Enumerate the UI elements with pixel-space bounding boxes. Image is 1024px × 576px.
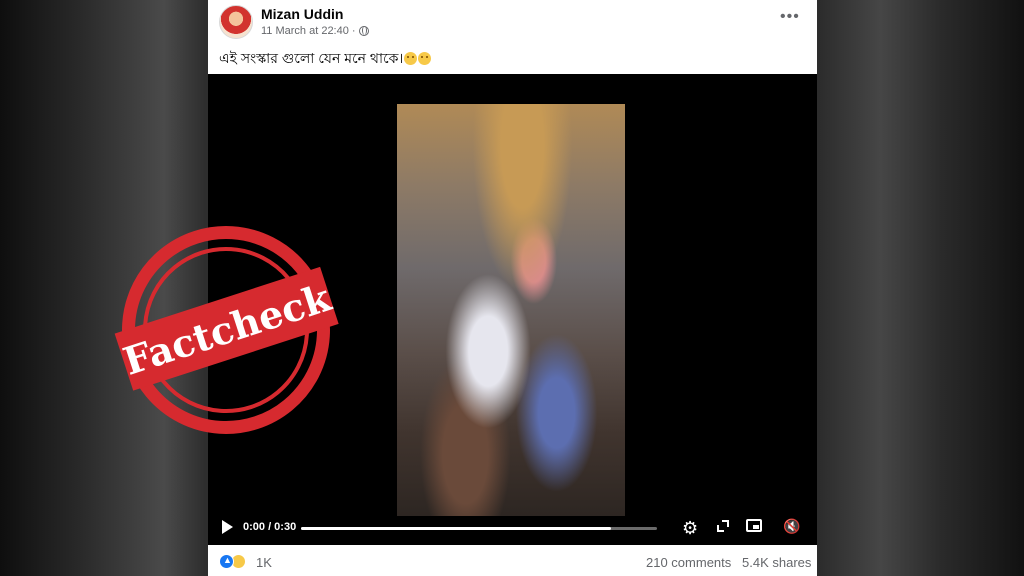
more-options-icon[interactable]: ••• <box>780 8 800 26</box>
like-reaction-icon[interactable] <box>219 554 234 569</box>
video-frame[interactable] <box>397 104 625 516</box>
flushed-face-icon <box>418 52 432 65</box>
video-time: 0:00 / 0:30 <box>243 521 297 533</box>
post-meta: 11 March at 22:40 · <box>261 25 369 37</box>
post-caption: এই সংস্কার গুলো যেন মনে থাকে। <box>219 47 432 71</box>
comments-count[interactable]: 210 comments <box>646 555 731 570</box>
expand-icon[interactable] <box>717 520 729 532</box>
gear-icon[interactable]: ⚙ <box>682 518 698 538</box>
meta-separator: · <box>351 25 356 37</box>
globe-icon <box>358 26 369 36</box>
shares-count[interactable]: 5.4K shares <box>742 555 811 570</box>
post-header: Mizan Uddin 11 March at 22:40 · ••• এই স… <box>208 0 817 72</box>
post-timestamp[interactable]: 11 March at 22:40 <box>261 25 349 37</box>
caption-text: এই সংস্কার গুলো যেন মনে থাকে। <box>219 50 404 66</box>
reaction-count[interactable]: 1K <box>256 555 272 570</box>
muted-volume-icon[interactable]: 🔇 <box>783 518 800 535</box>
avatar[interactable] <box>219 5 253 39</box>
picture-in-picture-icon[interactable] <box>746 519 762 532</box>
progress-track[interactable] <box>301 527 657 530</box>
flushed-face-icon <box>404 52 418 65</box>
progress-fill <box>301 527 611 530</box>
play-icon[interactable] <box>222 520 233 534</box>
author-name[interactable]: Mizan Uddin <box>261 6 343 22</box>
post-footer: 1K 210 comments 5.4K shares <box>208 545 817 576</box>
video-controls: 0:00 / 0:30 ⚙ 🔇 <box>208 514 817 544</box>
